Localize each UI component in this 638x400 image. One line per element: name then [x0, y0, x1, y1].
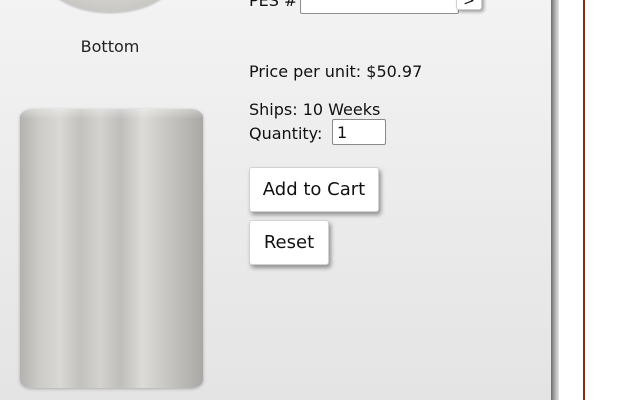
reset-button[interactable]: Reset: [249, 220, 329, 265]
product-top-image: [44, 0, 176, 12]
bottom-view-label: Bottom: [80, 37, 140, 56]
page-border-rule: [583, 0, 585, 400]
pes-number-input[interactable]: [300, 0, 459, 14]
price-per-unit: Price per unit: $50.97: [249, 62, 423, 81]
quantity-input[interactable]: [332, 119, 386, 145]
add-to-cart-button[interactable]: Add to Cart: [249, 167, 379, 212]
panel-drop-shadow: [551, 0, 559, 400]
quantity-label: Quantity:: [249, 124, 323, 143]
product-panel: Bottom PES # > Price per unit: $50.97 Sh…: [0, 0, 551, 400]
product-side-image: [20, 109, 203, 388]
pes-number-label: PES #: [249, 0, 298, 10]
ships-lead-time: Ships: 10 Weeks: [249, 100, 381, 119]
pes-go-button[interactable]: >: [456, 0, 482, 10]
